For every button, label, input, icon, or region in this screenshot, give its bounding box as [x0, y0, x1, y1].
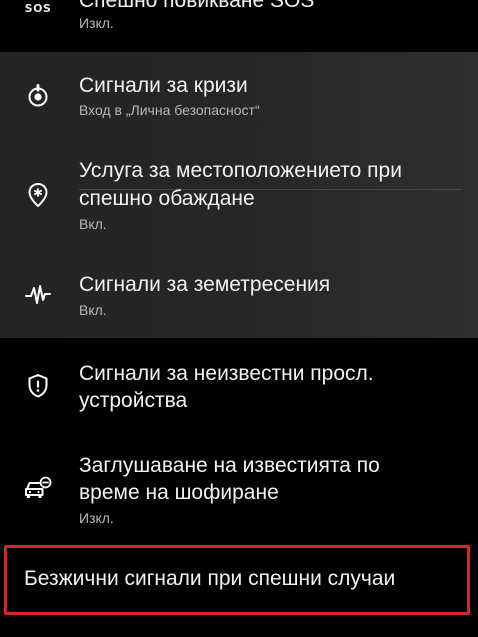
settings-item-unknown-tracker-alerts[interactable]: Сигнали за неизвестни просл. устройства [0, 340, 478, 432]
driving-silence-title-line2: време на шофиране [79, 481, 279, 504]
emergency-location-subtitle: Вкл. [79, 216, 107, 232]
unknown-tracker-title-line1: Сигнали за неизвестни просл. [79, 362, 374, 385]
location-pin-asterisk-icon [24, 181, 52, 209]
highlight-box [4, 545, 470, 615]
driving-silence-title-line1: Заглушаване на известията по [79, 454, 380, 477]
sos-title: Спешно повикване SOS [79, 0, 315, 12]
driving-silence-subtitle: Изкл. [79, 510, 114, 526]
settings-item-sos[interactable]: SOS Спешно повикване SOS Изкл. [0, 0, 478, 50]
settings-item-earthquake-alerts[interactable]: Сигнали за земетресения Вкл. [0, 248, 478, 338]
crisis-alert-icon [24, 81, 52, 109]
crisis-alerts-subtitle: Вход в „Лична безопасност“ [79, 102, 260, 118]
crisis-alerts-title: Сигнали за кризи [79, 74, 248, 97]
sos-subtitle: Изкл. [79, 15, 114, 31]
emergency-location-title-line1: Услуга за местоположението при [79, 159, 402, 182]
sos-icon: SOS [24, 1, 52, 15]
earthquake-alerts-subtitle: Вкл. [79, 302, 107, 318]
earthquake-alerts-title: Сигнали за земетресения [79, 273, 331, 296]
unknown-tracker-title-line2: устройства [79, 389, 188, 412]
settings-item-driving-silence[interactable]: Заглушаване на известията по време на шо… [0, 432, 478, 540]
shield-exclamation-icon [24, 372, 52, 400]
car-notification-icon [24, 474, 52, 502]
settings-item-emergency-location[interactable]: Услуга за местоположението при спешно об… [0, 138, 478, 248]
emergency-location-title-line2: спешно обаждане [79, 187, 255, 210]
seismic-wave-icon [24, 281, 52, 309]
settings-item-crisis-alerts[interactable]: Сигнали за кризи Вход в „Лична безопасно… [0, 52, 478, 138]
